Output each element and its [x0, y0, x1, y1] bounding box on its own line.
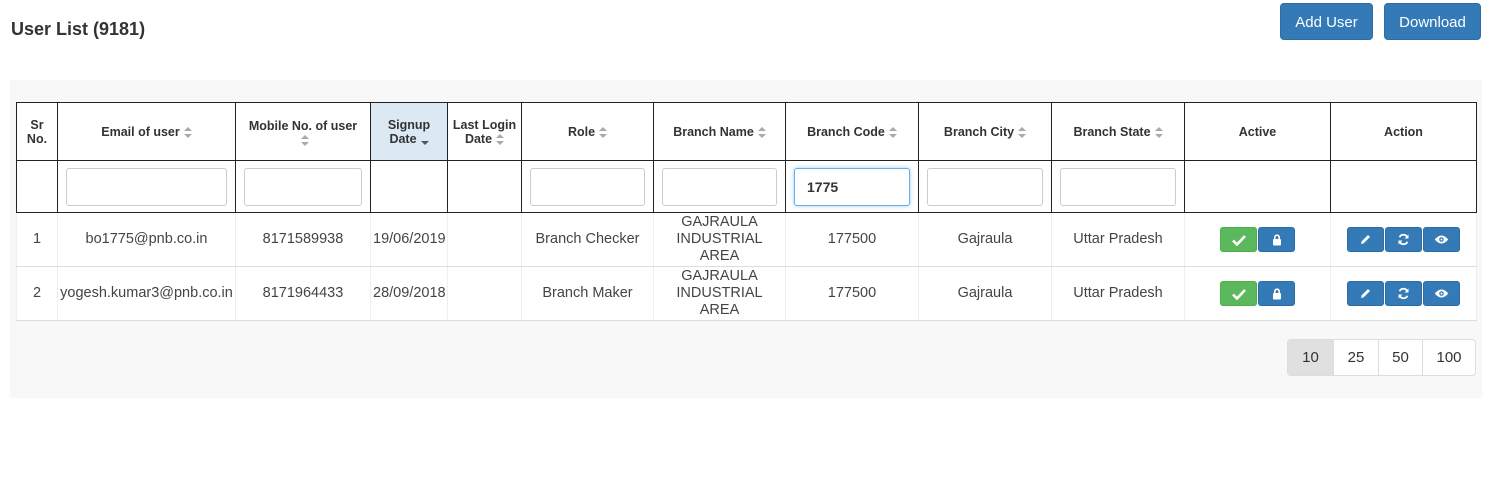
edit-button[interactable] — [1347, 281, 1384, 306]
filter-cell — [235, 160, 371, 213]
branch-state-cell: Uttar Pradesh — [1051, 212, 1185, 267]
last-login-cell — [447, 212, 522, 267]
refresh-icon — [1398, 287, 1409, 300]
sr-cell: 2 — [16, 266, 58, 321]
lock-button[interactable] — [1258, 227, 1295, 252]
page-size-option-50[interactable]: 50 — [1378, 340, 1422, 375]
lock-icon — [1272, 287, 1281, 299]
branch-name-cell: GAJRAULA INDUSTRIAL AREA — [653, 212, 786, 267]
role-cell: Branch Maker — [521, 266, 654, 321]
signup-cell: 19/06/2019 — [370, 212, 448, 267]
filter-cell — [1051, 160, 1185, 213]
download-button[interactable]: Download — [1384, 3, 1481, 40]
filter-cell — [57, 160, 236, 213]
sort-desc-icon — [420, 134, 429, 145]
sort-icon — [599, 126, 608, 138]
branch-state-cell: Uttar Pradesh — [1051, 266, 1185, 321]
last-login-cell — [447, 266, 522, 321]
col-email[interactable]: Email of user — [57, 102, 236, 161]
role-cell: Branch Checker — [521, 212, 654, 267]
view-button[interactable] — [1423, 281, 1460, 306]
col-signup-date[interactable]: Signup Date — [370, 102, 448, 161]
filter-cell — [785, 160, 919, 213]
email-cell: bo1775@pnb.co.in — [57, 212, 236, 267]
check-icon — [1231, 288, 1246, 300]
table-row: 1 bo1775@pnb.co.in 8171589938 19/06/2019… — [16, 212, 1477, 267]
filter-cell — [918, 160, 1052, 213]
action-cell — [1330, 266, 1477, 321]
branch-city-cell: Gajraula — [918, 266, 1052, 321]
col-branch-city[interactable]: Branch City — [918, 102, 1052, 161]
filter-cell-empty — [16, 160, 58, 213]
signup-cell: 28/09/2018 — [370, 266, 448, 321]
sort-icon — [496, 133, 505, 145]
branch-code-filter-input[interactable] — [794, 167, 910, 206]
activate-button[interactable] — [1220, 227, 1257, 252]
branch-code-cell: 177500 — [785, 212, 919, 267]
email-filter-input[interactable] — [66, 167, 227, 206]
col-branch-code[interactable]: Branch Code — [785, 102, 919, 161]
sort-icon — [1018, 126, 1027, 138]
filter-cell-empty — [447, 160, 522, 213]
branch-name-filter-input[interactable] — [662, 167, 777, 206]
col-sr-no: Sr No. — [16, 102, 58, 161]
filter-cell-empty — [1184, 160, 1331, 213]
branch-name-cell: GAJRAULA INDUSTRIAL AREA — [653, 266, 786, 321]
col-branch-name[interactable]: Branch Name — [653, 102, 786, 161]
user-table: Sr No. Email of user Mobile No. of user … — [16, 102, 1477, 321]
sort-icon — [757, 126, 766, 138]
pencil-icon — [1361, 235, 1370, 244]
lock-button[interactable] — [1258, 281, 1295, 306]
col-branch-state[interactable]: Branch State — [1051, 102, 1185, 161]
col-mobile[interactable]: Mobile No. of user — [235, 102, 371, 161]
header-row: Sr No. Email of user Mobile No. of user … — [16, 102, 1477, 161]
eye-icon — [1434, 289, 1449, 298]
sort-icon — [301, 135, 309, 147]
page-title: User List (9181) — [11, 19, 146, 39]
page-size-option-25[interactable]: 25 — [1333, 340, 1378, 375]
filter-cell — [521, 160, 654, 213]
role-filter-input[interactable] — [530, 167, 645, 206]
col-active: Active — [1184, 102, 1331, 161]
refresh-button[interactable] — [1385, 227, 1422, 252]
branch-state-filter-input[interactable] — [1060, 167, 1176, 206]
add-user-button[interactable]: Add User — [1280, 3, 1373, 40]
mobile-cell: 8171589938 — [235, 212, 371, 267]
filter-cell-empty — [1330, 160, 1477, 213]
branch-city-filter-input[interactable] — [927, 167, 1043, 206]
action-cell — [1330, 212, 1477, 267]
edit-button[interactable] — [1347, 227, 1384, 252]
eye-icon — [1434, 235, 1449, 244]
filter-row — [16, 160, 1477, 213]
page-size-option-10[interactable]: 10 — [1288, 340, 1333, 375]
branch-city-cell: Gajraula — [918, 212, 1052, 267]
view-button[interactable] — [1423, 227, 1460, 252]
refresh-icon — [1398, 233, 1409, 246]
pencil-icon — [1361, 289, 1370, 298]
page-size-selector: 10 25 50 100 — [1287, 339, 1476, 376]
active-cell — [1184, 212, 1331, 267]
activate-button[interactable] — [1220, 281, 1257, 306]
mobile-filter-input[interactable] — [244, 167, 362, 206]
col-role[interactable]: Role — [521, 102, 654, 161]
sort-icon — [888, 126, 897, 138]
table-row: 2 yogesh.kumar3@pnb.co.in 8171964433 28/… — [16, 266, 1477, 321]
col-last-login-date[interactable]: Last Login Date — [447, 102, 522, 161]
sr-cell: 1 — [16, 212, 58, 267]
page-size-option-100[interactable]: 100 — [1422, 340, 1475, 375]
branch-code-cell: 177500 — [785, 266, 919, 321]
sort-icon — [1154, 126, 1163, 138]
refresh-button[interactable] — [1385, 281, 1422, 306]
filter-cell-empty — [370, 160, 448, 213]
col-action: Action — [1330, 102, 1477, 161]
sort-icon — [183, 126, 192, 138]
email-cell: yogesh.kumar3@pnb.co.in — [57, 266, 236, 321]
lock-icon — [1272, 233, 1281, 245]
active-cell — [1184, 266, 1331, 321]
mobile-cell: 8171964433 — [235, 266, 371, 321]
check-icon — [1231, 234, 1246, 246]
filter-cell — [653, 160, 786, 213]
